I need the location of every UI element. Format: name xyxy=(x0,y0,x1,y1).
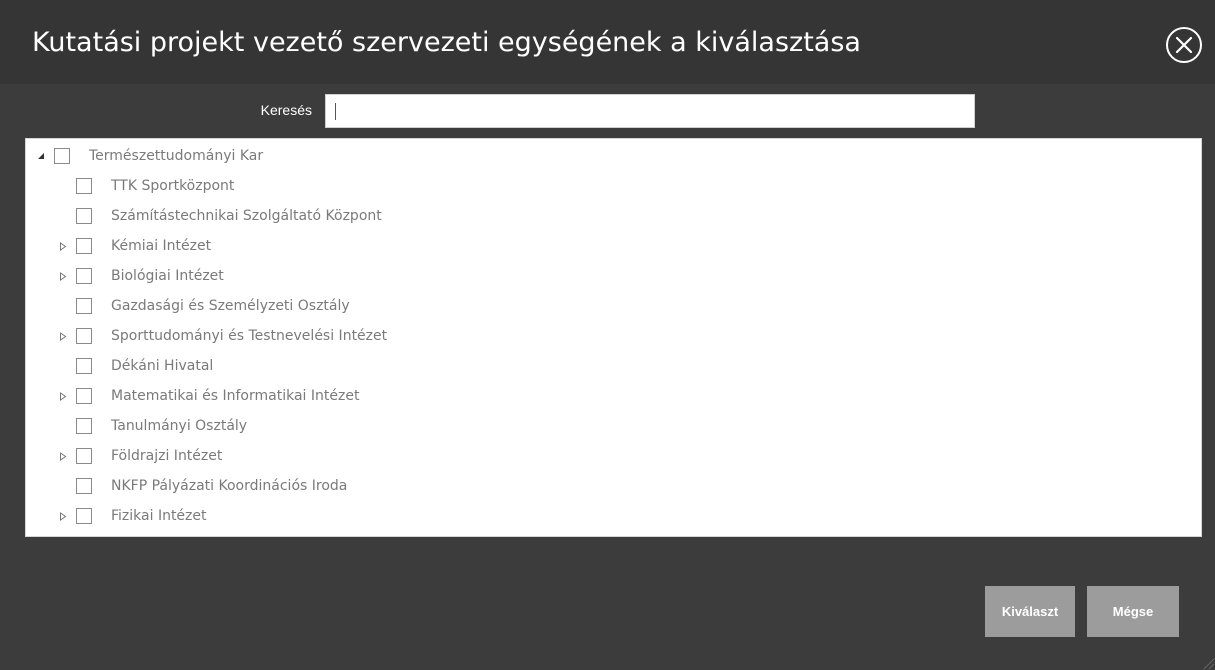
resize-grip-icon[interactable] xyxy=(1201,656,1215,670)
node-checkbox[interactable] xyxy=(76,298,92,314)
search-label: Keresés xyxy=(260,102,312,118)
collapsed-triangle-icon[interactable] xyxy=(58,451,68,461)
node-checkbox[interactable] xyxy=(76,238,92,254)
collapsed-triangle-icon[interactable] xyxy=(58,511,68,521)
node-label: Dékáni Hivatal xyxy=(111,358,214,374)
collapsed-triangle-icon[interactable] xyxy=(58,271,68,281)
text-caret xyxy=(335,103,336,120)
select-button[interactable]: Kiválaszt xyxy=(985,586,1075,637)
dialog-title: Kutatási projekt vezető szervezeti egysé… xyxy=(32,27,861,58)
node-checkbox[interactable] xyxy=(76,508,92,524)
node-label: Sporttudományi és Testnevelési Intézet xyxy=(111,328,388,344)
node-label: Matematikai és Informatikai Intézet xyxy=(111,388,360,404)
toggle-spacer xyxy=(58,181,68,191)
node-label: Biológiai Intézet xyxy=(111,268,224,284)
collapsed-triangle-icon[interactable] xyxy=(58,391,68,401)
tree-node[interactable]: Kémiai Intézet xyxy=(58,231,211,261)
node-label: Természettudományi Kar xyxy=(89,148,264,164)
node-label: Tanulmányi Osztály xyxy=(111,418,248,434)
tree-node[interactable]: Dékáni Hivatal xyxy=(58,351,213,381)
search-input[interactable] xyxy=(325,94,975,128)
toggle-spacer xyxy=(58,421,68,431)
node-checkbox[interactable] xyxy=(76,268,92,284)
toggle-spacer xyxy=(58,361,68,371)
toggle-spacer xyxy=(58,301,68,311)
tree-node[interactable]: Gazdasági és Személyzeti Osztály xyxy=(58,291,350,321)
node-checkbox[interactable] xyxy=(76,208,92,224)
tree-node[interactable]: TTK Sportközpont xyxy=(58,171,234,201)
tree-node[interactable]: NKFP Pályázati Koordinációs Iroda xyxy=(58,471,347,501)
toggle-spacer xyxy=(58,481,68,491)
node-label: Földrajzi Intézet xyxy=(111,448,223,464)
dialog-header: Kutatási projekt vezető szervezeti egysé… xyxy=(0,0,1215,84)
tree-node[interactable]: Földrajzi Intézet xyxy=(58,441,222,471)
node-label: TTK Sportközpont xyxy=(111,178,235,194)
tree-node[interactable]: Fizikai Intézet xyxy=(58,501,207,531)
close-button[interactable] xyxy=(1165,26,1203,64)
node-checkbox[interactable] xyxy=(76,418,92,434)
collapsed-triangle-icon[interactable] xyxy=(58,331,68,341)
node-label: NKFP Pályázati Koordinációs Iroda xyxy=(111,478,348,494)
node-checkbox[interactable] xyxy=(76,178,92,194)
tree-node[interactable]: Sporttudományi és Testnevelési Intézet xyxy=(58,321,387,351)
collapsed-triangle-icon[interactable] xyxy=(58,241,68,251)
org-unit-tree: Természettudományi Kar TTK Sportközpont Sz… xyxy=(25,138,1202,537)
node-checkbox[interactable] xyxy=(76,388,92,404)
node-label: Kémiai Intézet xyxy=(111,238,212,254)
node-checkbox[interactable] xyxy=(54,148,70,164)
node-label: Gazdasági és Személyzeti Osztály xyxy=(111,298,350,314)
node-checkbox[interactable] xyxy=(76,448,92,464)
search-row: Keresés xyxy=(0,92,1215,132)
toggle-spacer xyxy=(58,211,68,221)
tree-root-node[interactable]: Természettudományi Kar xyxy=(36,141,263,171)
node-checkbox[interactable] xyxy=(76,358,92,374)
tree-node[interactable]: Matematikai és Informatikai Intézet xyxy=(58,381,359,411)
node-label: Számítástechnikai Szolgáltató Központ xyxy=(111,208,382,224)
cancel-button[interactable]: Mégse xyxy=(1087,586,1179,637)
node-checkbox[interactable] xyxy=(76,328,92,344)
expanded-triangle-icon[interactable] xyxy=(36,151,46,161)
node-checkbox[interactable] xyxy=(76,478,92,494)
node-label: Fizikai Intézet xyxy=(111,508,207,524)
tree-node[interactable]: Tanulmányi Osztály xyxy=(58,411,247,441)
close-circle-icon xyxy=(1166,27,1202,63)
selection-dialog: Kutatási projekt vezető szervezeti egysé… xyxy=(0,0,1215,670)
tree-node[interactable]: Biológiai Intézet xyxy=(58,261,224,291)
tree-node[interactable]: Számítástechnikai Szolgáltató Központ xyxy=(58,201,382,231)
